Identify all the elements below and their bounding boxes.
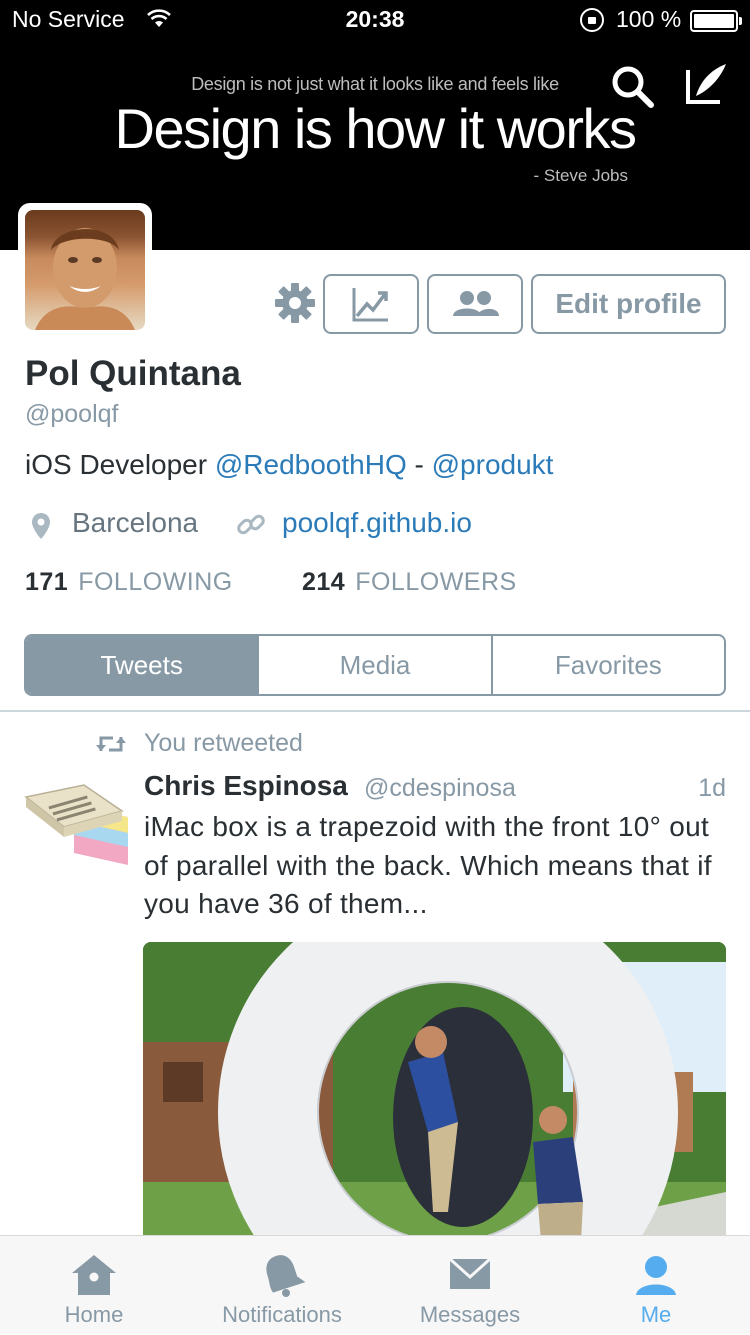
tweet-author-avatar[interactable] xyxy=(24,775,128,879)
retweet-context: You retweeted xyxy=(144,729,303,757)
tweet-timestamp: 1d xyxy=(698,774,726,802)
profile-handle: @poolqf xyxy=(25,400,119,428)
tabbar-messages-label: Messages xyxy=(419,1302,521,1327)
rotation-lock-icon xyxy=(580,8,604,32)
bio-mention-redbooth[interactable]: @RedboothHQ xyxy=(215,449,407,480)
profile-tabs: Tweets Media Favorites xyxy=(24,634,726,696)
bottom-tab-bar: Home Notifications Messages Me xyxy=(0,1235,750,1334)
profile-website-link[interactable]: poolqf.github.io xyxy=(282,507,472,539)
person-icon xyxy=(636,1256,676,1295)
avatar[interactable] xyxy=(25,210,145,330)
tabbar-me-label: Me xyxy=(640,1302,672,1327)
tabbar-me[interactable]: Me xyxy=(562,1236,750,1335)
envelope-icon xyxy=(448,1257,492,1289)
tweet-author-name[interactable]: Chris Espinosa xyxy=(144,770,348,802)
home-icon xyxy=(72,1255,116,1295)
bell-icon xyxy=(266,1255,306,1297)
following-count: 171 xyxy=(25,568,69,596)
following-stat[interactable]: 171 FOLLOWING xyxy=(25,568,233,597)
analytics-button[interactable] xyxy=(323,274,419,334)
tabbar-home[interactable]: Home xyxy=(0,1236,188,1335)
avatar-frame xyxy=(18,203,152,337)
battery-icon xyxy=(690,10,742,32)
followers-stat[interactable]: 214 FOLLOWERS xyxy=(302,568,517,597)
tweet-media-image[interactable] xyxy=(143,942,726,1242)
banner-quote-author: - Steve Jobs xyxy=(533,166,629,185)
status-bar: No Service 20:38 100 % xyxy=(0,0,750,40)
following-label: FOLLOWING xyxy=(78,568,233,596)
link-icon xyxy=(237,514,265,535)
tweet-text: iMac box is a trapezoid with the front 1… xyxy=(144,811,712,919)
followers-label: FOLLOWERS xyxy=(355,568,517,596)
profile-name: Pol Quintana xyxy=(25,354,241,393)
edit-profile-button[interactable]: Edit profile xyxy=(531,274,726,334)
profile-bio: iOS Developer @RedboothHQ - @produkt xyxy=(25,449,553,481)
people-icon xyxy=(453,291,499,316)
compose-icon[interactable] xyxy=(682,60,730,108)
battery-percent: 100 % xyxy=(616,6,682,32)
bio-separator: - xyxy=(406,449,432,480)
tabbar-messages[interactable]: Messages xyxy=(376,1236,564,1335)
search-icon[interactable] xyxy=(608,62,656,110)
analytics-icon xyxy=(352,288,388,322)
tabbar-notifications-label: Notifications xyxy=(222,1302,342,1327)
tabbar-home-label: Home xyxy=(64,1302,124,1327)
tab-tweets[interactable]: Tweets xyxy=(26,636,258,694)
profile-location: Barcelona xyxy=(72,507,199,538)
tab-media[interactable]: Media xyxy=(257,636,490,694)
bio-text: iOS Developer xyxy=(25,449,215,480)
tab-favorites[interactable]: Favorites xyxy=(490,636,724,694)
lists-button[interactable] xyxy=(427,274,523,334)
gear-icon[interactable] xyxy=(274,282,316,324)
tabbar-notifications[interactable]: Notifications xyxy=(188,1236,376,1335)
retweet-icon xyxy=(96,736,126,752)
location-pin-icon xyxy=(32,513,50,539)
divider xyxy=(0,710,750,712)
bio-mention-produkt[interactable]: @produkt xyxy=(432,449,554,480)
tweet-author-handle[interactable]: @cdespinosa xyxy=(364,774,516,803)
followers-count: 214 xyxy=(302,568,346,596)
